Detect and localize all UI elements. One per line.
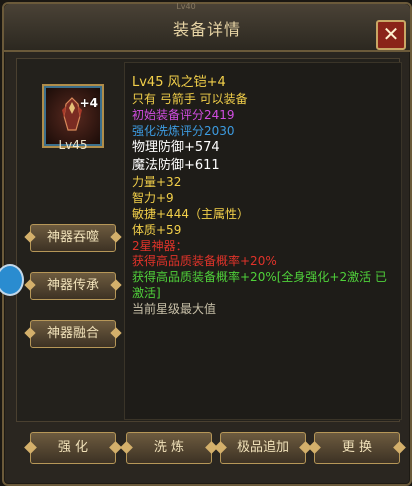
premium-add-button[interactable]: 极品追加 — [220, 432, 306, 464]
enhance-button[interactable]: 强 化 — [30, 432, 116, 464]
artifact-inherit-button[interactable]: 神器传承 — [30, 272, 116, 300]
close-icon: ✕ — [382, 22, 400, 46]
title-bar: Lv40 装备详情 ✕ — [4, 2, 410, 52]
top-hint-text: Lv40 — [176, 2, 196, 11]
artifact-devour-button[interactable]: 神器吞噬 — [30, 224, 116, 252]
detail-line: Lv45 风之铠+4 — [132, 75, 226, 90]
detail-line: 获得高品质装备概率+20% — [132, 254, 277, 269]
item-details: Lv45 风之铠+4 只有 弓箭手 可以装备 初始装备评分2419 强化洗炼评分203… — [132, 74, 390, 318]
detail-line: 物理防御+574 — [132, 140, 220, 156]
detail-line: 初始装备评分2419 — [132, 107, 235, 122]
detail-line: 魔法防御+611 — [132, 158, 220, 174]
detail-line: 获得高品质装备概率+20%[全身强化+2激活 已激活] — [132, 270, 387, 300]
item-level-label: Lv45 — [58, 138, 88, 152]
detail-line: 强化洗炼评分2030 — [132, 123, 235, 138]
close-button[interactable]: ✕ — [376, 20, 406, 50]
replace-button[interactable]: 更 换 — [314, 432, 400, 464]
equipment-icon[interactable]: +4 — [44, 86, 102, 146]
enhance-badge: +4 — [79, 96, 98, 110]
detail-line: 2星神器： — [132, 238, 188, 253]
detail-line: 智力+9 — [132, 191, 174, 206]
refine-button[interactable]: 洗 炼 — [126, 432, 212, 464]
artifact-fusion-button[interactable]: 神器融合 — [30, 320, 116, 348]
equipment-detail-panel: Lv40 装备详情 ✕ +4 Lv45 神器吞噬 神器传承 神器融合 Lv45 … — [0, 2, 412, 486]
detail-line: 只有 弓箭手 可以装备 — [132, 92, 248, 106]
detail-line: 当前星级最大值 — [132, 301, 217, 316]
detail-line: 体质+59 — [132, 222, 182, 237]
detail-line: 敏捷+444（主属性） — [132, 206, 249, 221]
detail-line: 力量+32 — [132, 175, 182, 190]
panel-title: 装备详情 — [172, 20, 241, 39]
